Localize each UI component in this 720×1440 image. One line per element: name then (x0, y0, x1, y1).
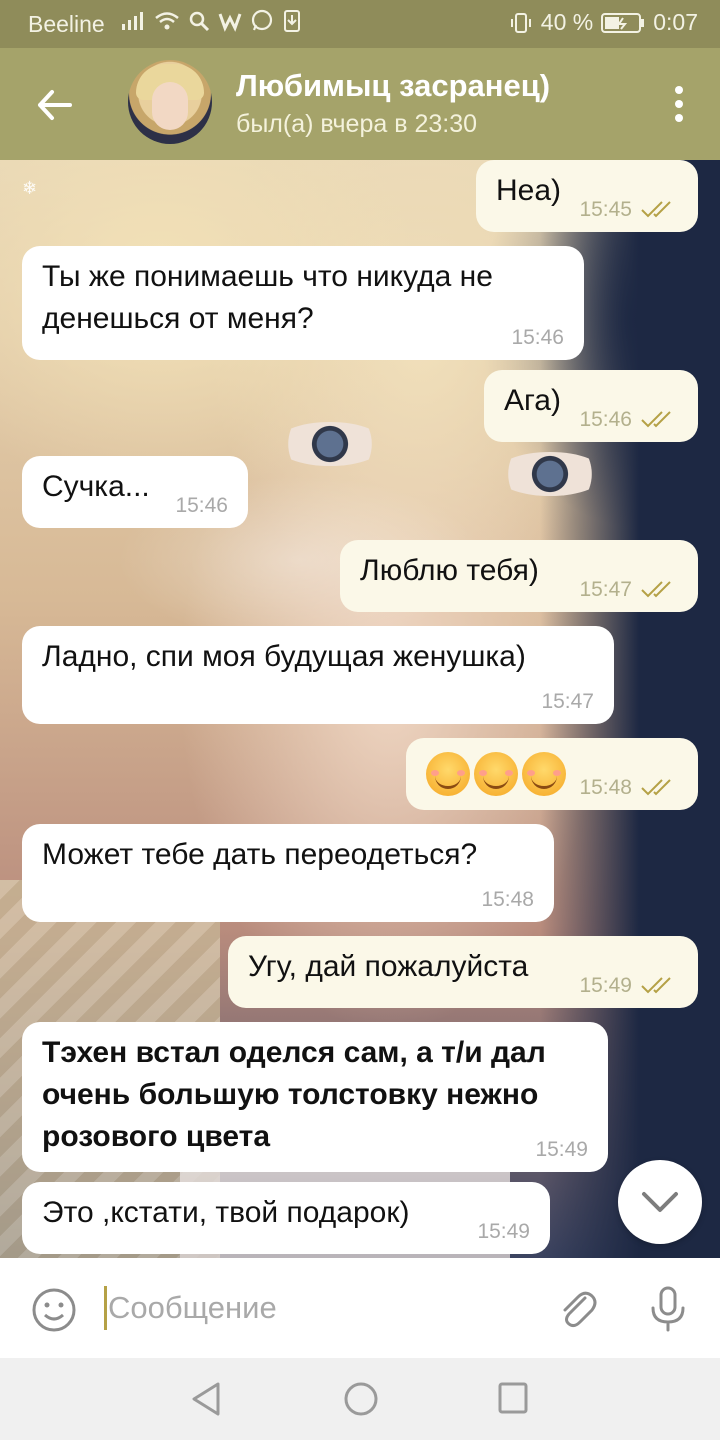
message-outgoing[interactable]: 15:48 (406, 738, 698, 810)
home-nav-icon[interactable] (342, 1380, 380, 1418)
w-icon (218, 13, 242, 32)
message-text: Ага) (504, 384, 561, 417)
message-time: 15:47 (541, 690, 594, 713)
double-check-icon (641, 977, 671, 994)
message-outgoing[interactable]: Угу, дай пожалуйста 15:49 (228, 936, 698, 1008)
message-time: 15:46 (175, 494, 228, 517)
message-time: 15:49 (535, 1138, 588, 1161)
double-check-icon (641, 411, 671, 428)
battery-icon (601, 12, 645, 33)
message-time: 15:47 (579, 578, 632, 601)
double-check-icon (641, 581, 671, 598)
wifi-icon (155, 12, 179, 30)
message-text: Может тебе дать переодеться? (42, 838, 478, 871)
back-nav-icon[interactable] (188, 1380, 224, 1418)
search-icon (189, 11, 210, 32)
message-incoming[interactable]: Может тебе дать переодеться? 15:48 (22, 824, 554, 922)
download-icon (284, 10, 300, 32)
wallpaper-logo: ❄ (22, 178, 38, 198)
scroll-down-button[interactable] (618, 1160, 702, 1244)
message-incoming[interactable]: Ты же понимаешь что никуда не денешься о… (22, 246, 584, 360)
last-seen: был(а) вчера в 23:30 (236, 110, 478, 138)
message-input[interactable]: Сообщение (108, 1290, 277, 1326)
double-check-icon (641, 201, 671, 218)
chat-header: Любимыц засранец) был(а) вчера в 23:30 (0, 48, 720, 160)
message-incoming[interactable]: Это ,кстати, твой подарок) 15:49 (22, 1182, 550, 1254)
message-text: Тэхен встал оделся сам, а т/и дал очень … (42, 1036, 546, 1153)
more-options-icon[interactable] (674, 86, 684, 126)
carrier-label: Beeline (28, 11, 105, 37)
emoji-icon[interactable] (30, 1286, 78, 1334)
message-text: Ладно, спи моя будущая женушка) (42, 640, 526, 673)
message-time: 15:46 (579, 408, 632, 431)
message-time: 15:48 (579, 776, 632, 799)
message-time: 15:49 (579, 974, 632, 997)
message-text-emoji (426, 752, 570, 797)
vibrate-icon (510, 12, 531, 33)
avatar[interactable] (128, 60, 212, 144)
message-outgoing[interactable]: Люблю тебя) 15:47 (340, 540, 698, 612)
text-cursor (104, 1286, 107, 1330)
message-outgoing[interactable]: Неа) 15:45 (476, 160, 698, 232)
relaxed-emoji (474, 752, 518, 797)
message-time: 15:49 (477, 1220, 530, 1243)
relaxed-emoji (426, 752, 470, 797)
message-time: 15:48 (481, 888, 534, 911)
whatsapp-icon (251, 9, 273, 31)
chevron-down-icon (642, 1192, 678, 1212)
message-outgoing[interactable]: Ага) 15:46 (484, 370, 698, 442)
signal-icon (122, 12, 143, 30)
attach-icon[interactable] (552, 1284, 602, 1334)
clock: 0:07 (653, 9, 698, 35)
double-check-icon (641, 779, 671, 796)
message-text: Неа) (496, 174, 562, 207)
recents-nav-icon[interactable] (496, 1380, 530, 1416)
message-input-bar: Сообщение (0, 1258, 720, 1358)
system-navigation-bar (0, 1358, 720, 1440)
message-incoming[interactable]: Сучка... 15:46 (22, 456, 248, 528)
microphone-icon[interactable] (644, 1284, 692, 1334)
relaxed-emoji (522, 752, 566, 797)
message-time: 15:46 (511, 326, 564, 349)
battery-percent: 40 % (540, 9, 594, 35)
status-bar: Beeline 40 % 0:07 (0, 0, 720, 48)
contact-name[interactable]: Любимыц засранец) (236, 68, 550, 104)
message-text: Люблю тебя) (360, 554, 539, 587)
message-text: Ты же понимаешь что никуда не денешься о… (42, 260, 493, 335)
chat-area[interactable]: ❄ Неа) 15:45 Ты же понимаешь что никуда … (0, 160, 720, 1258)
back-arrow-icon[interactable] (30, 80, 80, 130)
message-incoming[interactable]: Тэхен встал оделся сам, а т/и дал очень … (22, 1022, 608, 1172)
message-incoming[interactable]: Ладно, спи моя будущая женушка) 15:47 (22, 626, 614, 724)
message-text: Это ,кстати, твой подарок) (42, 1196, 410, 1229)
message-time: 15:45 (579, 198, 632, 221)
message-text: Угу, дай пожалуйста (248, 950, 529, 983)
message-text: Сучка... (42, 470, 150, 503)
